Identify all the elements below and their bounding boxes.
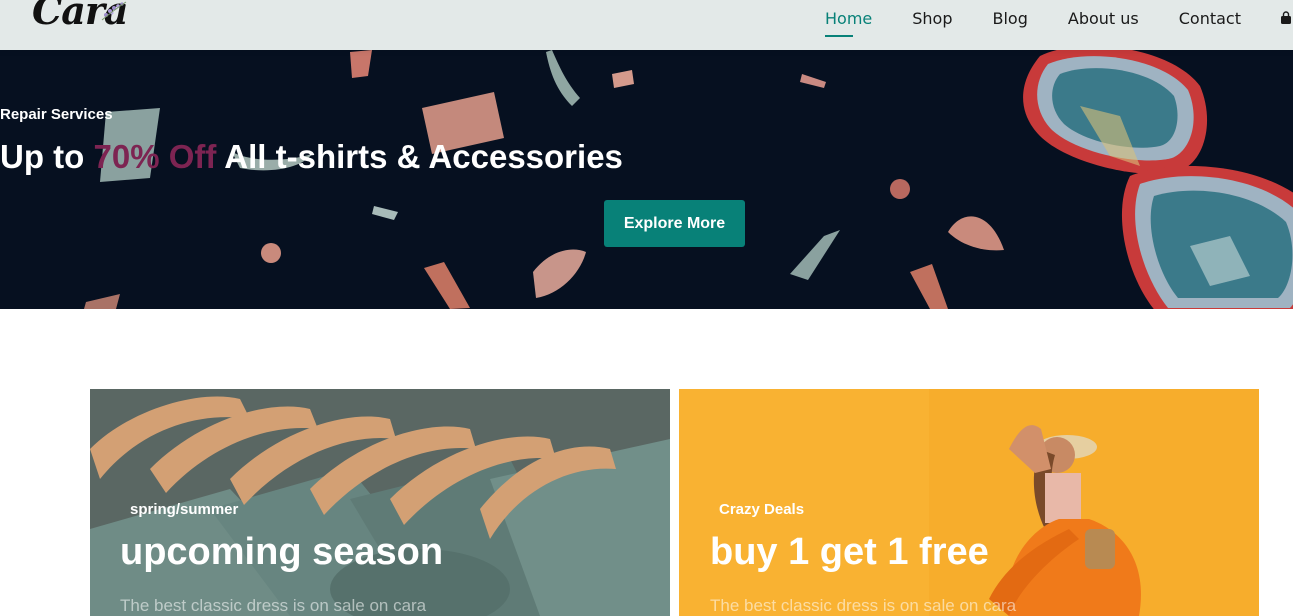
banner-title: buy 1 get 1 free — [710, 531, 989, 573]
nav-contact[interactable]: Contact — [1179, 9, 1241, 28]
nav-home[interactable]: Home — [825, 9, 872, 37]
banner-text: The best classic dress is on sale on car… — [120, 596, 427, 615]
hero-background-art — [84, 50, 1293, 309]
hero-banner: Repair Services Up to 70% Off All t-shir… — [0, 50, 1293, 309]
explore-more-button[interactable]: Explore More — [604, 200, 745, 247]
nav-shop[interactable]: Shop — [912, 9, 952, 28]
banner-kicker: Crazy Deals — [719, 501, 805, 518]
banner-kicker: spring/summer — [130, 501, 239, 518]
banner-title: upcoming season — [120, 531, 444, 573]
nav-blog[interactable]: Blog — [993, 9, 1028, 28]
hero-title-prefix: Up to — [0, 138, 94, 175]
shopping-bag-icon[interactable] — [1279, 11, 1293, 25]
banner-upcoming-season[interactable]: spring/summer upcoming season The best c… — [90, 389, 670, 616]
hero-kicker: Repair Services — [0, 106, 113, 123]
nav-about-us[interactable]: About us — [1068, 9, 1139, 28]
site-header: Cara Home Shop Blog About us Contact — [0, 0, 1293, 50]
banner-crazy-deals[interactable]: Crazy Deals buy 1 get 1 free The best cl… — [679, 389, 1259, 616]
hero-title-suffix: All t-shirts & Accessories — [216, 138, 623, 175]
main-nav: Home Shop Blog About us Contact — [825, 0, 1293, 37]
lavender-sprig-icon — [101, 1, 127, 21]
hero-title: Up to 70% Off All t-shirts & Accessories — [0, 138, 1293, 176]
sunglasses-image — [1023, 50, 1293, 309]
banner-text: The best classic dress is on sale on car… — [710, 596, 1017, 615]
hero-title-accent: 70% Off — [93, 138, 217, 175]
